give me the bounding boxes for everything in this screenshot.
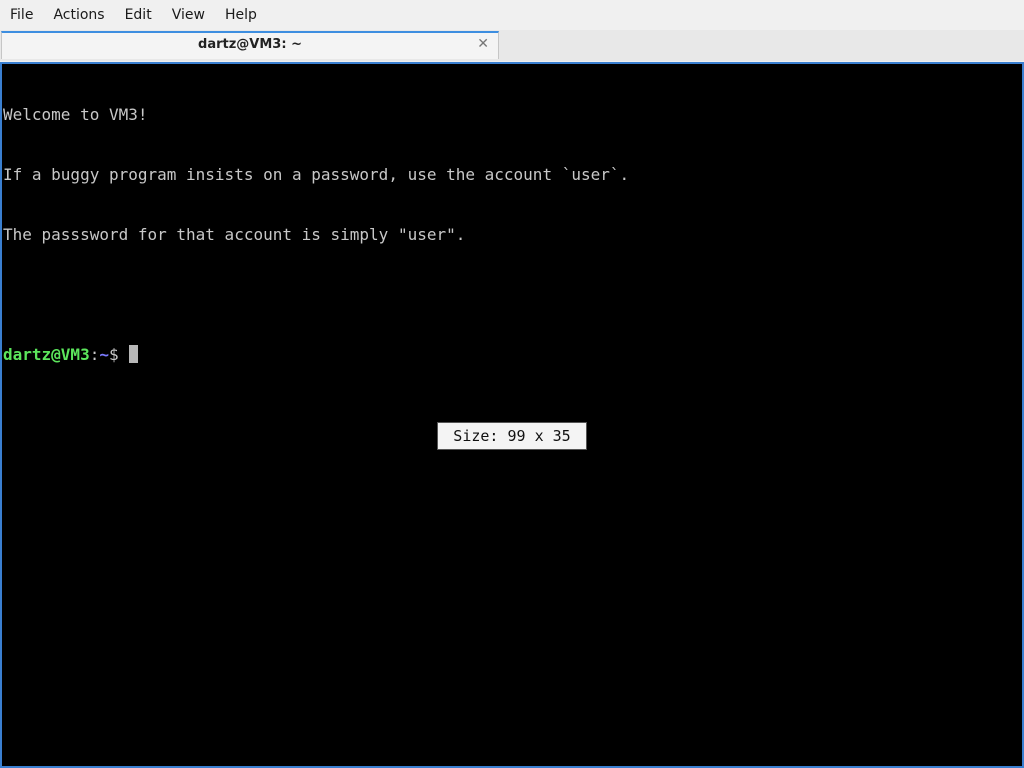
close-icon[interactable]: ✕ <box>477 36 489 52</box>
menu-edit[interactable]: Edit <box>115 0 162 30</box>
menu-actions[interactable]: Actions <box>43 0 114 30</box>
tab-bar: dartz@VM3: ~ ✕ <box>0 30 1024 61</box>
terminal-output: Welcome to VM3! If a buggy program insis… <box>3 65 1020 405</box>
tab-title: dartz@VM3: ~ <box>198 37 302 52</box>
terminal-line: Welcome to VM3! <box>3 105 148 124</box>
size-tooltip: Size: 99 x 35 <box>437 422 587 450</box>
tab-terminal[interactable]: dartz@VM3: ~ ✕ <box>1 31 499 59</box>
prompt-separator: : <box>89 345 100 364</box>
terminal-line: The passsword for that account is simply… <box>3 225 466 244</box>
menu-view[interactable]: View <box>162 0 215 30</box>
menu-bar: File Actions Edit View Help <box>0 0 1024 30</box>
prompt-path: ~ <box>99 345 109 364</box>
prompt-line: dartz@VM3:~$ <box>3 345 1020 365</box>
menu-help[interactable]: Help <box>215 0 267 30</box>
menu-file[interactable]: File <box>0 0 43 30</box>
prompt-symbol: $ <box>108 345 119 364</box>
terminal-line: If a buggy program insists on a password… <box>3 165 630 184</box>
terminal-view[interactable]: Welcome to VM3! If a buggy program insis… <box>0 62 1024 768</box>
text-cursor <box>128 345 138 363</box>
prompt-user-host: dartz@VM3 <box>3 345 90 364</box>
